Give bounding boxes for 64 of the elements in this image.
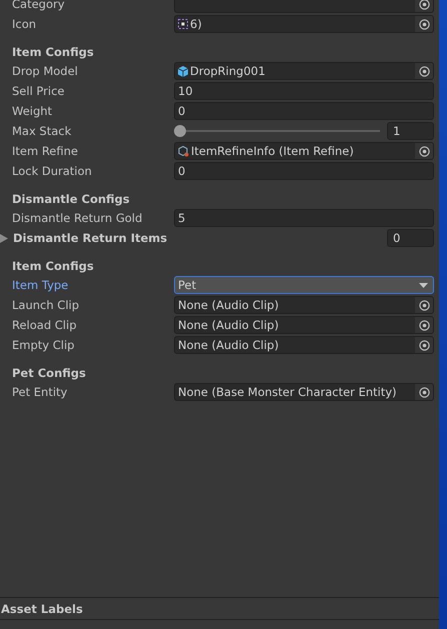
object-picker-button[interactable] bbox=[415, 384, 433, 400]
object-picker-button[interactable] bbox=[415, 337, 433, 353]
field-label: Empty Clip bbox=[12, 338, 76, 352]
target-icon bbox=[418, 18, 430, 30]
dropdown[interactable]: Pet bbox=[174, 276, 434, 294]
target-icon bbox=[418, 320, 430, 330]
field-label: Lock Duration bbox=[12, 164, 93, 178]
field-label: Icon bbox=[12, 17, 38, 31]
object-field[interactable]: 6) bbox=[174, 15, 434, 33]
object-field[interactable]: None (Audio Clip) bbox=[174, 296, 434, 314]
object-picker-button[interactable] bbox=[415, 297, 433, 313]
object-picker-button[interactable] bbox=[415, 16, 433, 32]
section-header: Dismantle Configs bbox=[12, 191, 131, 208]
dropdown-value: Pet bbox=[178, 278, 196, 292]
sprite-icon bbox=[178, 19, 188, 29]
cube-icon bbox=[178, 66, 188, 76]
object-field[interactable]: ItemRefineInfo (Item Refine) bbox=[174, 142, 434, 160]
object-picker-button[interactable] bbox=[415, 0, 433, 12]
field-label: Max Stack bbox=[12, 124, 72, 138]
object-field[interactable]: None (Base Monster Character Entity) bbox=[174, 383, 434, 401]
target-icon bbox=[418, 66, 430, 76]
triangle-icon bbox=[0, 234, 8, 242]
object-field[interactable]: None (Audio Clip) bbox=[174, 316, 434, 334]
section-header: Pet Configs bbox=[12, 365, 87, 382]
target-icon bbox=[418, 340, 430, 350]
count-field[interactable]: 0 bbox=[387, 229, 434, 247]
field-label: Reload Clip bbox=[12, 318, 78, 332]
input-field[interactable]: 10 bbox=[174, 82, 434, 100]
input-field[interactable]: 5 bbox=[174, 209, 434, 227]
field-value: None (Audio Clip) bbox=[178, 338, 279, 352]
target-icon bbox=[418, 0, 430, 10]
object-field[interactable]: DropRing001 bbox=[174, 62, 434, 80]
object-field[interactable] bbox=[174, 0, 434, 13]
field-value: 6) bbox=[190, 17, 202, 31]
target-icon bbox=[418, 300, 430, 310]
field-value: ItemRefineInfo (Item Refine) bbox=[191, 144, 354, 158]
field-label: Sell Price bbox=[12, 84, 66, 98]
field-value: DropRing001 bbox=[190, 64, 266, 78]
object-picker-button[interactable] bbox=[415, 63, 433, 79]
caret-icon bbox=[419, 282, 428, 288]
asset-labels-title: Asset Labels bbox=[0, 602, 83, 616]
section-header: Item Configs bbox=[12, 258, 95, 275]
target-icon bbox=[418, 386, 430, 398]
field-label: Weight bbox=[12, 104, 54, 118]
field-label: Item Type bbox=[12, 278, 70, 292]
slider-thumb[interactable] bbox=[174, 125, 186, 137]
object-picker-button[interactable] bbox=[415, 143, 433, 159]
field-label: Item Refine bbox=[12, 144, 79, 158]
field-value: None (Audio Clip) bbox=[178, 298, 279, 312]
field-label: Drop Model bbox=[12, 64, 79, 78]
asset-icon bbox=[178, 146, 189, 156]
object-field[interactable]: None (Audio Clip) bbox=[174, 336, 434, 354]
field-label: Pet Entity bbox=[12, 385, 68, 399]
target-icon bbox=[418, 146, 430, 156]
input-field[interactable]: 0 bbox=[174, 102, 434, 120]
section-header: Item Configs bbox=[12, 44, 95, 61]
field-label: Launch Clip bbox=[12, 298, 80, 312]
field-label: Dismantle Return Gold bbox=[12, 211, 144, 225]
foldout-label[interactable]: Dismantle Return Items bbox=[0, 231, 168, 245]
input-field[interactable]: 1 bbox=[387, 122, 434, 140]
field-value: None (Base Monster Character Entity) bbox=[178, 385, 396, 399]
field-value: None (Audio Clip) bbox=[178, 318, 279, 332]
input-field[interactable]: 0 bbox=[174, 162, 434, 180]
object-picker-button[interactable] bbox=[415, 317, 433, 333]
